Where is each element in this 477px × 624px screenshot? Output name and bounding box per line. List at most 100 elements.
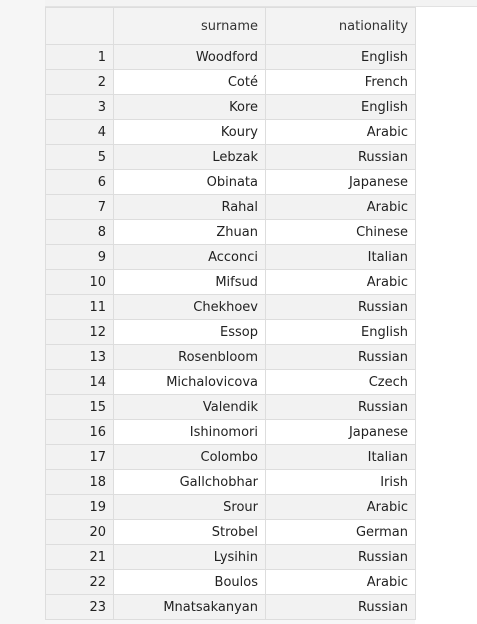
nationality-cell[interactable]: Arabic xyxy=(265,194,416,220)
row-index[interactable]: 21 xyxy=(45,544,114,570)
table-row[interactable]: 11 Chekhoev Russian xyxy=(45,294,416,320)
surname-cell[interactable]: Rosenbloom xyxy=(113,344,266,370)
table-row[interactable]: 23 Mnatsakanyan Russian xyxy=(45,594,416,620)
row-index[interactable]: 14 xyxy=(45,369,114,395)
nationality-cell[interactable]: Chinese xyxy=(265,219,416,245)
surname-cell[interactable]: Boulos xyxy=(113,569,266,595)
table-row[interactable]: 2 Coté French xyxy=(45,69,416,95)
row-index[interactable]: 3 xyxy=(45,94,114,120)
nationality-cell[interactable]: Italian xyxy=(265,444,416,470)
table-body: 1 Woodford English 2 Coté French 3 Kore English 4… xyxy=(45,44,416,620)
table-row[interactable]: 14 Michalovicova Czech xyxy=(45,369,416,395)
row-index[interactable]: 4 xyxy=(45,119,114,145)
nationality-cell[interactable]: Czech xyxy=(265,369,416,395)
table-row[interactable]: 10 Mifsud Arabic xyxy=(45,269,416,295)
index-header xyxy=(45,7,114,45)
row-index[interactable]: 6 xyxy=(45,169,114,195)
row-index[interactable]: 7 xyxy=(45,194,114,220)
table-row[interactable]: 9 Acconci Italian xyxy=(45,244,416,270)
nationality-cell[interactable]: Russian xyxy=(265,544,416,570)
nationality-cell[interactable]: English xyxy=(265,319,416,345)
surname-cell[interactable]: Chekhoev xyxy=(113,294,266,320)
surname-cell[interactable]: Srour xyxy=(113,494,266,520)
table-row[interactable]: 12 Essop English xyxy=(45,319,416,345)
table-row[interactable]: 15 Valendik Russian xyxy=(45,394,416,420)
row-index[interactable]: 18 xyxy=(45,469,114,495)
surname-cell[interactable]: Rahal xyxy=(113,194,266,220)
row-index[interactable]: 8 xyxy=(45,219,114,245)
surname-cell[interactable]: Gallchobhar xyxy=(113,469,266,495)
row-index[interactable]: 19 xyxy=(45,494,114,520)
empty-area xyxy=(415,7,477,624)
row-index[interactable]: 23 xyxy=(45,594,114,620)
row-index[interactable]: 17 xyxy=(45,444,114,470)
nationality-cell[interactable]: Italian xyxy=(265,244,416,270)
nationality-cell[interactable]: Russian xyxy=(265,394,416,420)
table-row[interactable]: 6 Obinata Japanese xyxy=(45,169,416,195)
row-index[interactable]: 10 xyxy=(45,269,114,295)
table-row[interactable]: 1 Woodford English xyxy=(45,44,416,70)
table-row[interactable]: 4 Koury Arabic xyxy=(45,119,416,145)
surname-cell[interactable]: Essop xyxy=(113,319,266,345)
nationality-cell[interactable]: English xyxy=(265,44,416,70)
row-index[interactable]: 1 xyxy=(45,44,114,70)
nationality-cell[interactable]: Russian xyxy=(265,594,416,620)
surname-cell[interactable]: Lebzak xyxy=(113,144,266,170)
nationality-cell[interactable]: Irish xyxy=(265,469,416,495)
nationality-cell[interactable]: Japanese xyxy=(265,169,416,195)
surname-cell[interactable]: Colombo xyxy=(113,444,266,470)
nationality-cell[interactable]: Russian xyxy=(265,294,416,320)
row-index[interactable]: 9 xyxy=(45,244,114,270)
nationality-cell[interactable]: French xyxy=(265,69,416,95)
table-row[interactable]: 13 Rosenbloom Russian xyxy=(45,344,416,370)
table-row[interactable]: 19 Srour Arabic xyxy=(45,494,416,520)
nationality-cell[interactable]: Arabic xyxy=(265,569,416,595)
row-index[interactable]: 13 xyxy=(45,344,114,370)
header-row: surname nationality xyxy=(45,7,416,45)
row-index[interactable]: 22 xyxy=(45,569,114,595)
row-index[interactable]: 20 xyxy=(45,519,114,545)
surname-cell[interactable]: Ishinomori xyxy=(113,419,266,445)
nationality-cell[interactable]: Arabic xyxy=(265,494,416,520)
table-row[interactable]: 3 Kore English xyxy=(45,94,416,120)
table-row[interactable]: 18 Gallchobhar Irish xyxy=(45,469,416,495)
row-index[interactable]: 12 xyxy=(45,319,114,345)
nationality-cell[interactable]: Russian xyxy=(265,344,416,370)
nationality-cell[interactable]: Arabic xyxy=(265,269,416,295)
table-row[interactable]: 16 Ishinomori Japanese xyxy=(45,419,416,445)
table-row[interactable]: 21 Lysihin Russian xyxy=(45,544,416,570)
table-row[interactable]: 22 Boulos Arabic xyxy=(45,569,416,595)
row-index[interactable]: 5 xyxy=(45,144,114,170)
table-row[interactable]: 20 Strobel German xyxy=(45,519,416,545)
table-row[interactable]: 5 Lebzak Russian xyxy=(45,144,416,170)
nationality-cell[interactable]: Arabic xyxy=(265,119,416,145)
surname-cell[interactable]: Strobel xyxy=(113,519,266,545)
row-index[interactable]: 2 xyxy=(45,69,114,95)
surname-cell[interactable]: Lysihin xyxy=(113,544,266,570)
surname-cell[interactable]: Mifsud xyxy=(113,269,266,295)
column-header-nationality[interactable]: nationality xyxy=(265,7,416,45)
table-row[interactable]: 7 Rahal Arabic xyxy=(45,194,416,220)
nationality-cell[interactable]: Japanese xyxy=(265,419,416,445)
surname-cell[interactable]: Koury xyxy=(113,119,266,145)
surname-cell[interactable]: Mnatsakanyan xyxy=(113,594,266,620)
table-row[interactable]: 17 Colombo Italian xyxy=(45,444,416,470)
surname-cell[interactable]: Coté xyxy=(113,69,266,95)
nationality-cell[interactable]: Russian xyxy=(265,144,416,170)
row-index[interactable]: 11 xyxy=(45,294,114,320)
nationality-cell[interactable]: German xyxy=(265,519,416,545)
column-header-surname[interactable]: surname xyxy=(113,7,266,45)
surname-cell[interactable]: Zhuan xyxy=(113,219,266,245)
top-edge xyxy=(45,0,477,7)
surname-cell[interactable]: Michalovicova xyxy=(113,369,266,395)
surname-cell[interactable]: Kore xyxy=(113,94,266,120)
row-index[interactable]: 15 xyxy=(45,394,114,420)
row-index[interactable]: 16 xyxy=(45,419,114,445)
surname-cell[interactable]: Valendik xyxy=(113,394,266,420)
surname-cell[interactable]: Woodford xyxy=(113,44,266,70)
surname-cell[interactable]: Obinata xyxy=(113,169,266,195)
table-row[interactable]: 8 Zhuan Chinese xyxy=(45,219,416,245)
nationality-cell[interactable]: English xyxy=(265,94,416,120)
surname-cell[interactable]: Acconci xyxy=(113,244,266,270)
page: surname nationality 1 Woodford English 2 Cot… xyxy=(0,0,477,624)
